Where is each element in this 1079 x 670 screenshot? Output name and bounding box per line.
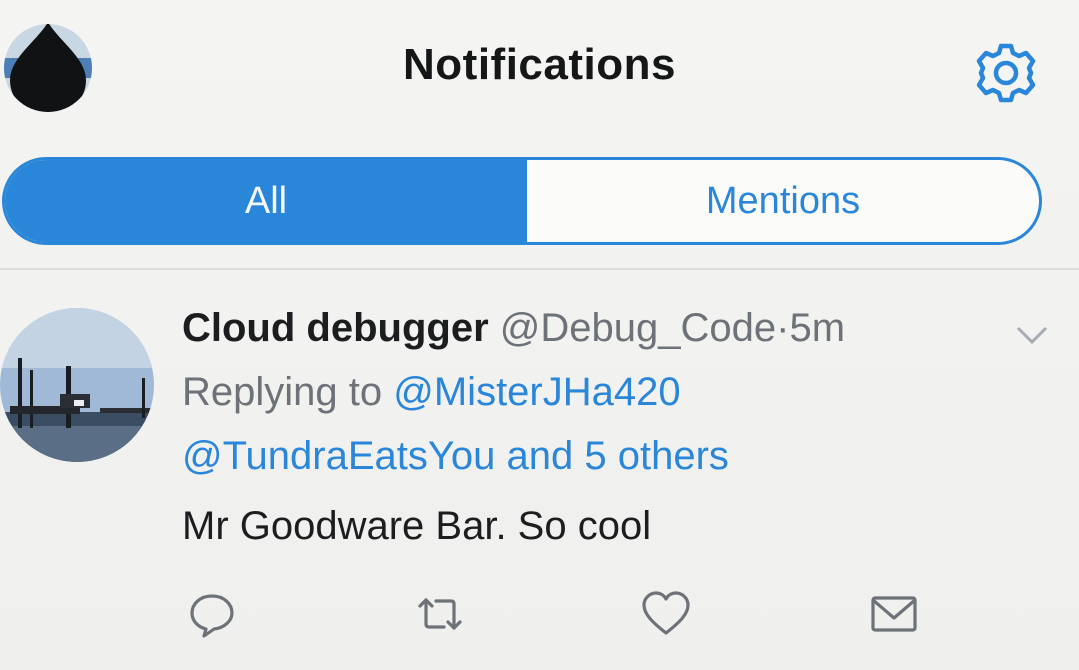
page-title: Notifications [403,40,676,89]
tweet-header: Cloud debugger @Debug_Code·5m [182,306,845,351]
timestamp: 5m [789,306,846,350]
like-icon[interactable] [640,588,692,640]
reply-user-link[interactable]: @MisterJHa420 [393,370,680,414]
replying-to-label: Replying to [182,370,383,414]
notification-tweet[interactable]: Cloud debugger @Debug_Code·5m Replying t… [0,270,1079,670]
avatar[interactable] [0,308,154,462]
display-name[interactable]: Cloud debugger [182,306,489,350]
retweet-icon[interactable] [414,588,466,640]
reply-others-link[interactable]: and 5 others [507,434,729,478]
replying-to-line: Replying to @MisterJHa420 [182,370,681,415]
separator-dot: · [776,306,790,350]
replying-to-line-2: @TundraEatsYou and 5 others [182,434,729,479]
gear-icon[interactable] [973,40,1039,106]
notifications-screen: Notifications All Mentions Cloud debugge… [0,0,1079,670]
reply-icon[interactable] [186,588,238,640]
tweet-text: Mr Goodware Bar. So cool [182,504,652,548]
chevron-down-icon[interactable] [1012,322,1052,350]
tweet-actions [0,588,1079,648]
share-icon[interactable] [868,588,920,640]
tab-all[interactable]: All [5,160,527,242]
reply-user-link[interactable]: @TundraEatsYou [182,434,495,478]
tab-mentions[interactable]: Mentions [527,160,1039,242]
notification-tabs: All Mentions [2,157,1042,245]
header: Notifications [0,0,1079,140]
user-handle[interactable]: @Debug_Code [500,306,776,350]
